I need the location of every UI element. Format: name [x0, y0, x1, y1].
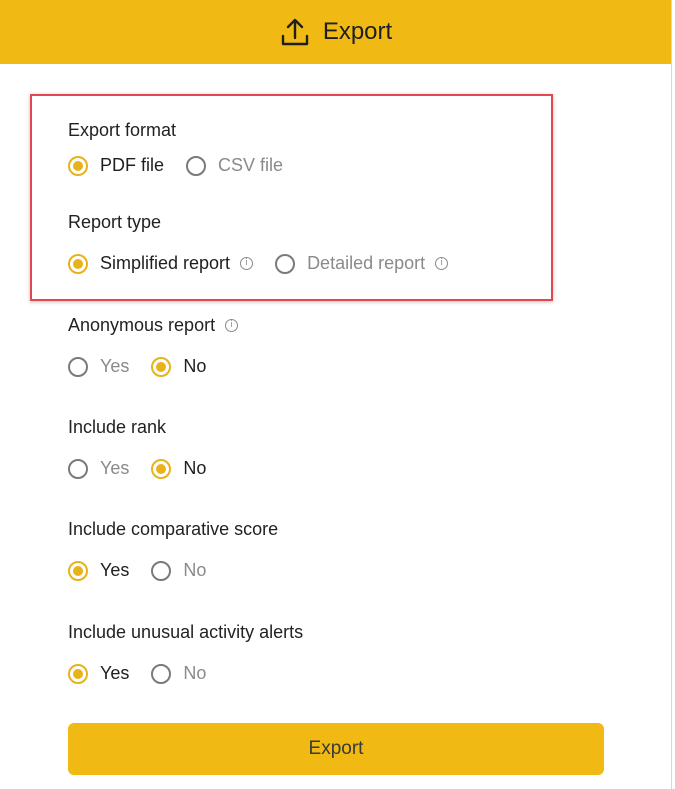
anonymous-report-label: Anonymous report: [68, 315, 216, 335]
pdf-file-radio[interactable]: [68, 155, 88, 176]
upload-icon: [279, 16, 311, 48]
csv-file-label: CSV file: [218, 155, 284, 175]
rank-no-label: No: [183, 458, 207, 478]
anonymous-report-label-row: Anonymous report i: [68, 315, 239, 336]
pdf-file-option[interactable]: PDF file: [68, 155, 164, 176]
anonymous-no-option[interactable]: No: [151, 356, 206, 377]
comparative-yes-label: Yes: [100, 560, 130, 580]
simplified-report-radio[interactable]: [68, 253, 88, 274]
anonymous-report-options: Yes No: [68, 356, 228, 377]
anonymous-no-radio[interactable]: [151, 356, 172, 377]
unusual-activity-options: Yes No: [68, 663, 228, 684]
info-icon[interactable]: i: [240, 257, 254, 270]
pdf-file-label: PDF file: [100, 155, 165, 175]
anonymous-yes-label: Yes: [100, 356, 130, 376]
rank-no-radio[interactable]: [151, 458, 172, 479]
anonymous-yes-radio[interactable]: [68, 356, 88, 377]
comparative-score-options: Yes No: [68, 560, 228, 581]
comparative-no-option[interactable]: No: [151, 560, 206, 581]
rank-yes-label: Yes: [100, 458, 130, 478]
export-format-label: Export format: [68, 120, 177, 140]
unusual-no-option[interactable]: No: [151, 663, 206, 684]
report-type-label: Report type: [68, 212, 162, 232]
detailed-report-option[interactable]: Detailed report i: [275, 253, 449, 274]
comparative-score-label: Include comparative score: [68, 519, 279, 539]
unusual-yes-radio[interactable]: [68, 663, 88, 684]
csv-file-option[interactable]: CSV file: [186, 155, 283, 176]
simplified-report-option[interactable]: Simplified report i: [68, 253, 254, 274]
detailed-report-label: Detailed report: [307, 253, 426, 273]
unusual-yes-option[interactable]: Yes: [68, 663, 129, 684]
rank-yes-radio[interactable]: [68, 458, 88, 479]
rank-yes-option[interactable]: Yes: [68, 458, 129, 479]
include-rank-options: Yes No: [68, 458, 228, 479]
include-rank-label: Include rank: [68, 417, 167, 437]
comparative-no-radio[interactable]: [151, 560, 172, 581]
comparative-no-label: No: [183, 560, 207, 580]
export-button[interactable]: Export: [68, 723, 604, 775]
panel-border: [671, 0, 672, 789]
simplified-report-label: Simplified report: [100, 253, 231, 273]
csv-file-radio[interactable]: [186, 155, 207, 176]
export-format-options: PDF file CSV file: [68, 155, 305, 176]
report-type-options: Simplified report i Detailed report i: [68, 253, 470, 274]
anonymous-yes-option[interactable]: Yes: [68, 356, 129, 377]
export-header: Export: [0, 0, 671, 64]
rank-no-option[interactable]: No: [151, 458, 206, 479]
unusual-yes-label: Yes: [100, 663, 130, 683]
anonymous-no-label: No: [183, 356, 207, 376]
comparative-yes-radio[interactable]: [68, 560, 88, 581]
detailed-report-radio[interactable]: [275, 253, 296, 274]
comparative-yes-option[interactable]: Yes: [68, 560, 129, 581]
info-icon[interactable]: i: [435, 257, 449, 270]
unusual-no-radio[interactable]: [151, 663, 172, 684]
unusual-activity-label: Include unusual activity alerts: [68, 622, 304, 642]
unusual-no-label: No: [183, 663, 207, 683]
header-title: Export: [322, 18, 393, 45]
info-icon[interactable]: i: [225, 319, 239, 332]
